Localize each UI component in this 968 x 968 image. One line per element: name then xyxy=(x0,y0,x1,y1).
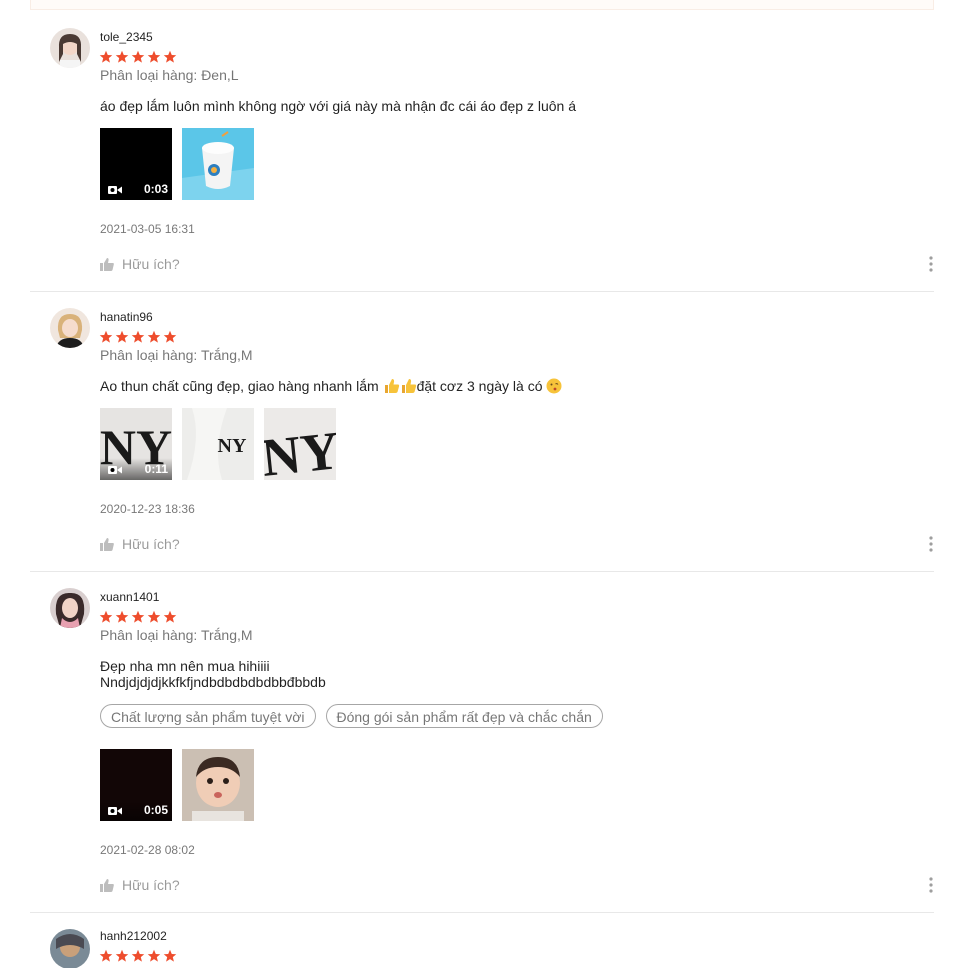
review-video-thumbnail[interactable]: 0:05 xyxy=(100,749,172,821)
star-icon xyxy=(163,330,177,343)
helpful-button[interactable]: Hữu ích? xyxy=(100,536,180,552)
star-icon xyxy=(163,610,177,623)
review-date: 2021-03-05 16:31 xyxy=(100,222,195,236)
review-tag: Đóng gói sản phẩm rất đẹp và chắc chắn xyxy=(325,704,603,728)
more-vertical-icon[interactable] xyxy=(928,536,934,552)
review-comment: Ao thun chất cũng đẹp, giao hàng nhanh l… xyxy=(100,378,562,394)
rating-stars xyxy=(99,330,177,344)
star-icon xyxy=(99,610,113,623)
helpful-label: Hữu ích? xyxy=(122,536,180,552)
star-icon xyxy=(115,50,129,63)
avatar[interactable] xyxy=(50,28,90,68)
thumbs-up-emoji-icon xyxy=(401,379,416,393)
video-duration: 0:11 xyxy=(144,462,168,476)
review-item: hanh212002 xyxy=(30,912,934,968)
star-icon xyxy=(115,330,129,343)
more-vertical-icon[interactable] xyxy=(928,877,934,893)
review-comment: Nndjdjdjdjkkfkfjndbdbdbdbdbbđbbdb xyxy=(100,674,326,690)
thumbs-up-emoji-icon xyxy=(384,379,399,393)
product-variant: Phân loại hàng: Trắng,M xyxy=(100,347,253,363)
review-item: xuann1401 Phân loại hàng: Trắng,M Đẹp nh… xyxy=(30,571,934,913)
helpful-label: Hữu ích? xyxy=(122,256,180,272)
star-icon xyxy=(99,50,113,63)
review-video-thumbnail[interactable]: 0:03 xyxy=(100,128,172,200)
helpful-button[interactable]: Hữu ích? xyxy=(100,256,180,272)
star-icon xyxy=(147,50,161,63)
review-media: 0:05 xyxy=(100,749,254,821)
camera-icon xyxy=(108,807,122,815)
comment-text: Ao thun chất cũng đẹp, giao hàng nhanh l… xyxy=(100,378,383,394)
star-icon xyxy=(131,50,145,63)
review-media: NY 0:11 NY NY xyxy=(100,408,336,480)
star-icon xyxy=(147,610,161,623)
svg-text:NY: NY xyxy=(218,435,247,457)
review-tags: Chất lượng sản phẩm tuyệt vời Đóng gói s… xyxy=(100,704,603,728)
thumbs-up-icon xyxy=(100,878,114,892)
star-icon xyxy=(99,330,113,343)
avatar[interactable] xyxy=(50,308,90,348)
rating-filter-panel-bottom xyxy=(30,0,934,10)
comment-text: đặt cơz 3 ngày là có xyxy=(416,378,547,394)
more-vertical-icon[interactable] xyxy=(928,256,934,272)
star-icon xyxy=(163,50,177,63)
username[interactable]: xuann1401 xyxy=(100,590,159,604)
svg-text:NY: NY xyxy=(264,420,336,480)
review-image-thumbnail[interactable]: NY xyxy=(182,408,254,480)
star-icon xyxy=(99,949,113,962)
star-icon xyxy=(147,330,161,343)
star-icon xyxy=(131,610,145,623)
product-variant: Phân loại hàng: Trắng,M xyxy=(100,627,253,643)
star-icon xyxy=(115,610,129,623)
video-duration: 0:05 xyxy=(143,803,168,817)
star-icon xyxy=(131,949,145,962)
video-duration: 0:03 xyxy=(143,182,168,196)
review-date: 2021-02-28 08:02 xyxy=(100,843,195,857)
username[interactable]: tole_2345 xyxy=(100,30,153,44)
thumbs-up-icon xyxy=(100,537,114,551)
thumbs-up-icon xyxy=(100,257,114,271)
avatar[interactable] xyxy=(50,588,90,628)
review-image-thumbnail[interactable]: NY xyxy=(264,408,336,480)
review-comment: áo đẹp lắm luôn mình không ngờ với giá n… xyxy=(100,98,576,114)
avatar[interactable] xyxy=(50,929,90,968)
star-icon xyxy=(147,949,161,962)
review-video-thumbnail[interactable]: NY 0:11 xyxy=(100,408,172,480)
username[interactable]: hanatin96 xyxy=(100,310,153,324)
username[interactable]: hanh212002 xyxy=(100,929,167,943)
rating-stars xyxy=(99,949,177,963)
rating-stars xyxy=(99,610,177,624)
helpful-button[interactable]: Hữu ích? xyxy=(100,877,180,893)
review-media: 0:03 xyxy=(100,128,254,200)
review-date: 2020-12-23 18:36 xyxy=(100,502,195,516)
helpful-label: Hữu ích? xyxy=(122,877,180,893)
camera-icon xyxy=(108,186,122,194)
review-comment: Đẹp nha mn nên mua hihiiii xyxy=(100,658,270,674)
star-icon xyxy=(115,949,129,962)
kissing-face-emoji-icon xyxy=(546,378,562,394)
star-icon xyxy=(131,330,145,343)
camera-icon xyxy=(108,466,122,474)
product-variant: Phân loại hàng: Đen,L xyxy=(100,67,239,83)
review-image-thumbnail[interactable] xyxy=(182,749,254,821)
star-icon xyxy=(163,949,177,962)
review-image-thumbnail[interactable] xyxy=(182,128,254,200)
rating-stars xyxy=(99,50,177,64)
review-tag: Chất lượng sản phẩm tuyệt vời xyxy=(100,704,316,728)
review-item: hanatin96 Phân loại hàng: Trắng,M Ao thu… xyxy=(30,291,934,572)
review-item: tole_2345 Phân loại hàng: Đen,L áo đẹp l… xyxy=(30,11,934,292)
